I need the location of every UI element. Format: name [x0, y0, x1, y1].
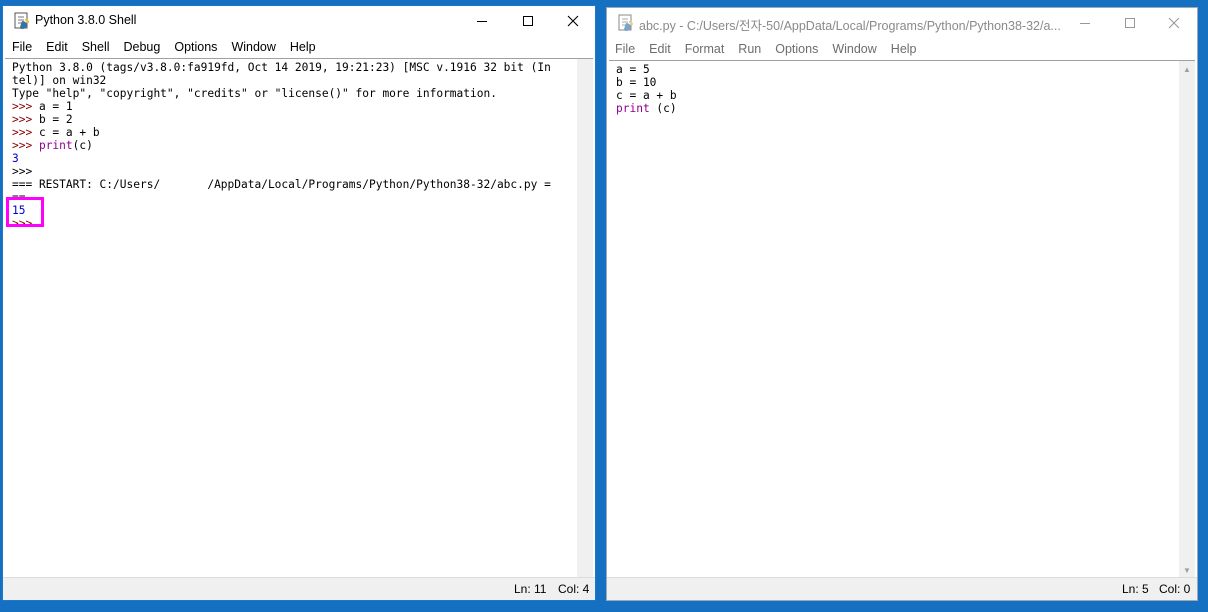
menu-format[interactable]: Format — [678, 42, 732, 56]
editor-window[interactable]: abc.py - C:/Users/전자-50/AppData/Local/Pr… — [606, 7, 1198, 601]
maximize-button[interactable] — [505, 6, 551, 36]
highlight-box — [6, 197, 44, 227]
status-line: Ln: 5 — [1122, 582, 1149, 596]
menu-window[interactable]: Window — [224, 40, 282, 54]
menu-file[interactable]: File — [3, 40, 39, 54]
shell-line: Type "help", "copyright", "credits" or "… — [12, 87, 497, 100]
editor-line: b = 10 — [616, 76, 657, 89]
shell-line: tel)] on win32 — [12, 74, 107, 87]
editor-line: print (c) — [616, 102, 1179, 115]
shell-line: >>> — [12, 217, 577, 230]
editor-builtin: print — [616, 102, 650, 115]
shell-prompt: >>> — [12, 139, 39, 152]
status-column: Col: 0 — [1159, 582, 1191, 596]
maximize-icon — [523, 16, 533, 26]
editor-statusbar: Ln: 5 Col: 0 — [607, 577, 1197, 600]
shell-prompt: >>> — [12, 100, 39, 113]
shell-prompt: >>> — [12, 126, 39, 139]
shell-code: a = 1 — [38, 100, 73, 113]
shell-vertical-scrollbar[interactable] — [577, 58, 593, 578]
status-line: Ln: 11 — [514, 582, 547, 596]
python-file-icon — [618, 14, 633, 31]
close-button[interactable] — [1151, 8, 1197, 38]
status-column: Col: 4 — [558, 582, 590, 596]
shell-line: >>> c = a + b — [12, 126, 577, 139]
menu-options[interactable]: Options — [768, 42, 825, 56]
shell-code: (c) — [72, 139, 93, 152]
editor-line: c = a + b — [616, 89, 677, 102]
close-icon — [567, 15, 579, 27]
menu-shell[interactable]: Shell — [75, 40, 117, 54]
shell-line: == — [12, 191, 26, 204]
editor-vertical-scrollbar[interactable]: ▲ ▼ — [1179, 60, 1195, 578]
menu-edit[interactable]: Edit — [642, 42, 678, 56]
shell-statusbar: Ln: 11 Col: 4 — [3, 577, 595, 600]
shell-title: Python 3.8.0 Shell — [35, 13, 137, 27]
minimize-icon — [1080, 23, 1090, 24]
maximize-icon — [1125, 18, 1135, 28]
minimize-button[interactable] — [1062, 8, 1108, 38]
editor-menubar: File Edit Format Run Options Window Help — [607, 38, 1197, 60]
shell-output: 3 — [12, 152, 19, 165]
editor-line: a = 5 — [616, 63, 650, 76]
menu-window[interactable]: Window — [825, 42, 883, 56]
close-button[interactable] — [550, 6, 596, 36]
shell-output: 15 — [12, 204, 26, 217]
shell-line: >>> a = 1 — [12, 100, 577, 113]
menu-file[interactable]: File — [607, 42, 642, 56]
editor-text-area[interactable]: a = 5 b = 10 c = a + b print (c) — [609, 60, 1179, 578]
shell-prompt: >>> — [12, 113, 39, 126]
menu-options[interactable]: Options — [167, 40, 224, 54]
menu-edit[interactable]: Edit — [39, 40, 75, 54]
minimize-button[interactable] — [459, 6, 505, 36]
editor-code: (c) — [649, 102, 677, 115]
python-idle-icon — [14, 12, 29, 29]
menu-help[interactable]: Help — [884, 42, 924, 56]
shell-menubar: File Edit Shell Debug Options Window Hel… — [3, 36, 595, 58]
shell-line: >>> — [12, 165, 39, 178]
editor-titlebar[interactable]: abc.py - C:/Users/전자-50/AppData/Local/Pr… — [607, 8, 1197, 38]
editor-title: abc.py - C:/Users/전자-50/AppData/Local/Pr… — [639, 19, 1061, 33]
scroll-up-icon[interactable]: ▲ — [1179, 61, 1195, 77]
maximize-button[interactable] — [1107, 8, 1153, 38]
scroll-down-icon[interactable]: ▼ — [1179, 562, 1195, 578]
menu-debug[interactable]: Debug — [117, 40, 168, 54]
shell-line: >>> b = 2 — [12, 113, 577, 126]
shell-builtin: print — [38, 139, 73, 152]
shell-text-area[interactable]: Python 3.8.0 (tags/v3.8.0:fa919fd, Oct 1… — [5, 58, 577, 578]
menu-help[interactable]: Help — [283, 40, 323, 54]
menu-run[interactable]: Run — [731, 42, 768, 56]
shell-restart-line: === RESTART: C:/Users/ /AppData/Local/Pr… — [12, 178, 551, 191]
close-icon — [1168, 17, 1180, 29]
shell-code: c = a + b — [38, 126, 100, 139]
shell-line: >>> print(c) — [12, 139, 577, 152]
minimize-icon — [477, 21, 487, 22]
shell-window[interactable]: Python 3.8.0 Shell File Edit Shell Debug… — [2, 5, 596, 601]
shell-titlebar[interactable]: Python 3.8.0 Shell — [3, 6, 595, 36]
shell-code: b = 2 — [38, 113, 73, 126]
shell-line: Python 3.8.0 (tags/v3.8.0:fa919fd, Oct 1… — [12, 61, 551, 74]
